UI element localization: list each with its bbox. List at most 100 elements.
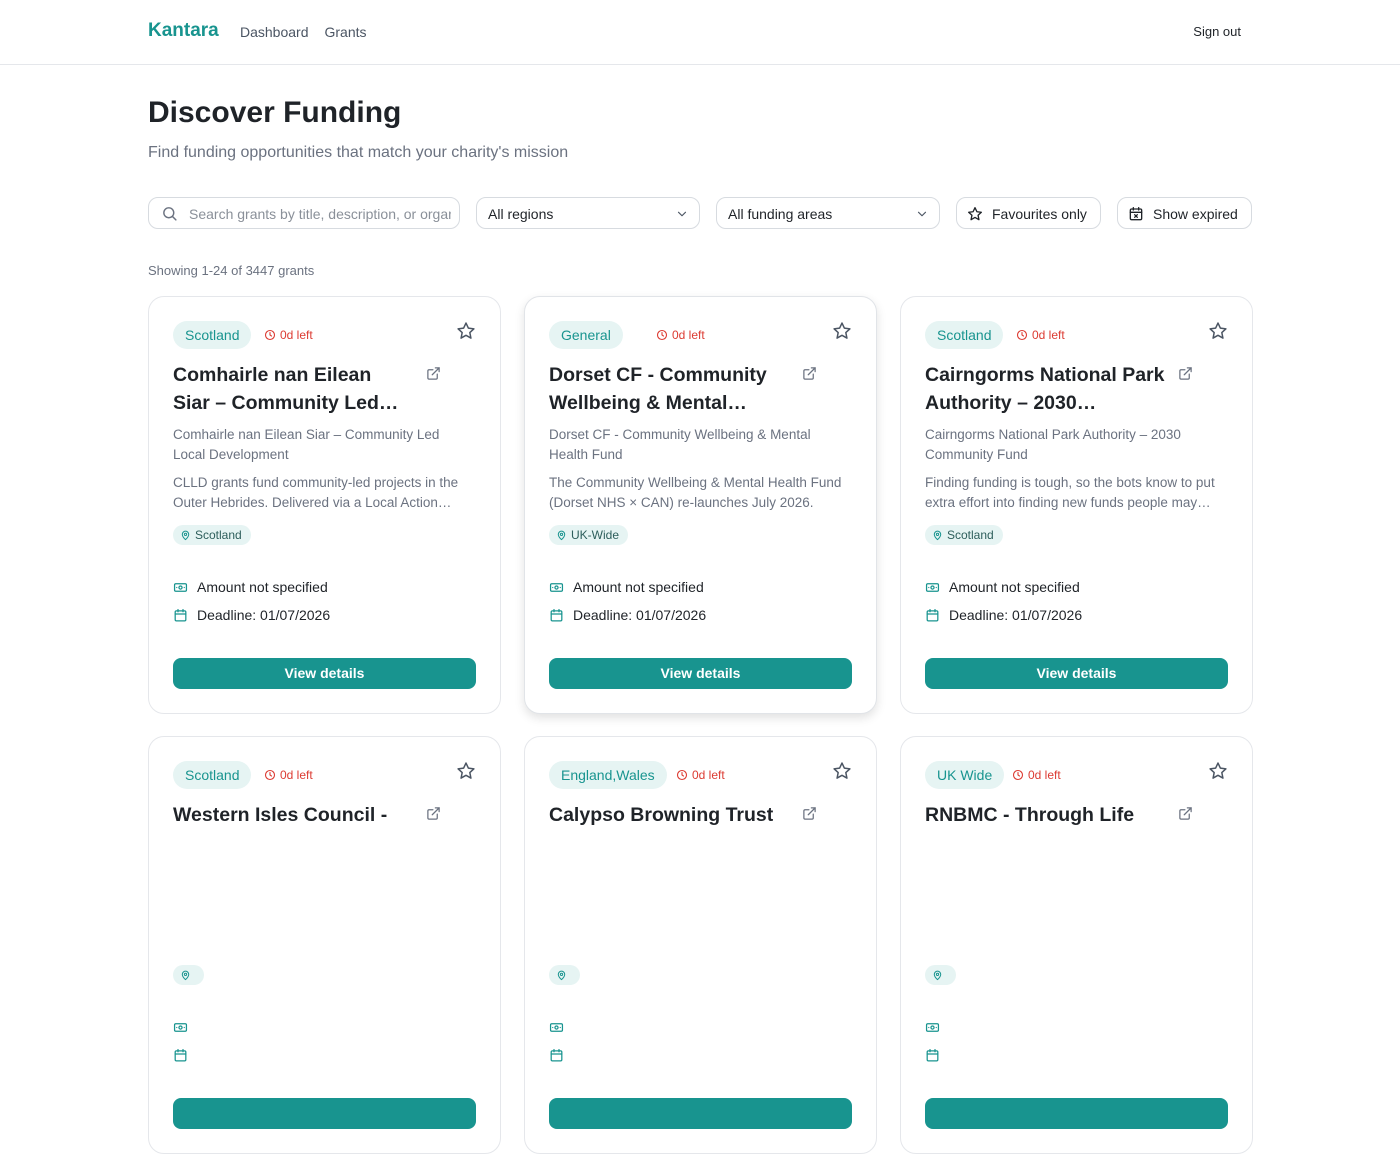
grant-title[interactable]: Comhairle nan Eilean Siar – Community Le… [173, 361, 413, 417]
external-link-icon[interactable] [1178, 366, 1193, 381]
external-link-icon[interactable] [802, 806, 817, 821]
favourite-star-icon[interactable] [832, 761, 852, 781]
amount-row: Amount not specified [549, 579, 704, 595]
deadline-text: Deadline: 01/07/2026 [573, 607, 707, 623]
show-expired-label: Show expired [1153, 206, 1238, 222]
chevron-down-icon [677, 211, 687, 217]
external-link-icon[interactable] [1178, 806, 1193, 821]
days-left-text: 0d left [692, 768, 725, 782]
map-pin-icon [557, 970, 566, 981]
external-link-icon[interactable] [426, 366, 441, 381]
days-left-text: 0d left [280, 768, 313, 782]
grant-organisation: Dorset CF - Community Wellbeing & Mental… [549, 427, 811, 462]
location-text: UK-Wide [571, 528, 620, 542]
grant-organisation: Cairngorms National Park Authority – 203… [925, 427, 1181, 462]
view-details-button[interactable]: View details [173, 658, 476, 689]
star-icon [968, 207, 982, 221]
external-link-icon[interactable] [426, 806, 441, 821]
map-pin-icon [557, 530, 566, 541]
category-badge: England,Wales [549, 761, 667, 789]
location-badge [549, 965, 580, 985]
clock-icon [264, 769, 276, 781]
calendar-icon [926, 1048, 939, 1062]
favourites-only-button[interactable]: Favourites only [956, 197, 1101, 229]
page-subtitle: Find funding opportunities that match yo… [148, 144, 569, 161]
brand-logo-link[interactable]: Kantara [148, 20, 219, 42]
grant-card: UK Wide 0d left RNBMC - Through Life [900, 736, 1253, 1154]
category-badge: Scotland [173, 761, 252, 789]
favourites-only-label: Favourites only [992, 206, 1087, 222]
calendar-icon [174, 1048, 187, 1062]
favourite-star-icon[interactable] [832, 321, 852, 341]
map-pin-icon [181, 530, 190, 541]
days-left-badge: 0d left [676, 768, 725, 782]
grant-organisation: Comhairle nan Eilean Siar – Community Le… [173, 427, 440, 462]
category-badge: Scotland [925, 321, 1004, 349]
search-icon [163, 207, 177, 221]
deadline-row [549, 1047, 573, 1063]
view-details-button[interactable]: View details [925, 658, 1228, 689]
location-badge: Scotland [173, 525, 251, 545]
top-navigation-bar: Kantara Dashboard Grants Sign out [0, 0, 1400, 65]
clock-icon [264, 329, 276, 341]
grant-title[interactable]: RNBMC - Through Life [925, 801, 1165, 829]
search-box[interactable] [148, 197, 460, 229]
grant-title[interactable]: Cairngorms National Park Authority – 203… [925, 361, 1165, 417]
clock-icon [656, 329, 668, 341]
grant-card: England,Wales 0d left Calypso Browning T… [524, 736, 877, 1154]
external-link-icon[interactable] [802, 366, 817, 381]
grant-title[interactable]: Western Isles Council - [173, 801, 413, 829]
grant-card: Scotland 0d left Western Isles Council - [148, 736, 501, 1154]
deadline-row: Deadline: 01/07/2026 [925, 607, 1082, 623]
location-badge: Scotland [925, 525, 1003, 545]
nav-link-grants[interactable]: Grants [325, 24, 367, 40]
grant-card: Scotland 0d left Comhairle nan Eilean Si… [148, 296, 501, 714]
clock-icon [1012, 769, 1024, 781]
days-left-badge: 0d left [264, 328, 313, 342]
view-details-button[interactable] [173, 1098, 476, 1129]
deadline-row: Deadline: 01/07/2026 [173, 607, 330, 623]
banknote-icon [173, 1023, 188, 1032]
grant-description: The Community Wellbeing & Mental Health … [549, 475, 842, 510]
sign-out-link[interactable]: Sign out [1193, 24, 1241, 39]
days-left-text: 0d left [1032, 328, 1065, 342]
days-left-badge: 0d left [264, 768, 313, 782]
amount-row: Amount not specified [173, 579, 328, 595]
calendar-icon [174, 608, 187, 622]
grant-title[interactable]: Calypso Browning Trust [549, 801, 789, 829]
grant-card: Scotland 0d left Cairngorms National Par… [900, 296, 1253, 714]
amount-text: Amount not specified [197, 579, 328, 595]
favourite-star-icon[interactable] [1208, 761, 1228, 781]
location-badge [173, 965, 204, 985]
location-badge [925, 965, 956, 985]
nav-link-dashboard[interactable]: Dashboard [240, 24, 309, 40]
funding-area-select[interactable]: All funding areas [716, 197, 940, 229]
days-left-text: 0d left [1028, 768, 1061, 782]
days-left-badge: 0d left [1016, 328, 1065, 342]
location-badge: UK-Wide [549, 525, 629, 545]
search-input[interactable] [189, 204, 451, 224]
location-text: Scotland [195, 528, 242, 542]
region-select-value: All regions [488, 206, 554, 222]
map-pin-icon [933, 530, 942, 541]
page-title: Discover Funding [148, 96, 402, 129]
grant-title[interactable]: Dorset CF - Community Wellbeing & Mental… [549, 361, 789, 417]
favourite-star-icon[interactable] [1208, 321, 1228, 341]
region-select[interactable]: All regions [476, 197, 700, 229]
view-details-button[interactable]: View details [549, 658, 852, 689]
calendar-icon [926, 608, 939, 622]
deadline-row [173, 1047, 197, 1063]
deadline-text: Deadline: 01/07/2026 [949, 607, 1083, 623]
location-text: Scotland [947, 528, 994, 542]
banknote-icon [549, 1023, 564, 1032]
filter-bar: All regions All funding areas Favourites… [148, 197, 1252, 229]
days-left-badge: 0d left [656, 328, 705, 342]
show-expired-button[interactable]: Show expired [1117, 197, 1252, 229]
amount-row: Amount not specified [925, 579, 1080, 595]
favourite-star-icon[interactable] [456, 321, 476, 341]
clock-icon [1016, 329, 1028, 341]
view-details-button[interactable] [925, 1098, 1228, 1129]
favourite-star-icon[interactable] [456, 761, 476, 781]
calendar-icon [550, 608, 563, 622]
view-details-button[interactable] [549, 1098, 852, 1129]
